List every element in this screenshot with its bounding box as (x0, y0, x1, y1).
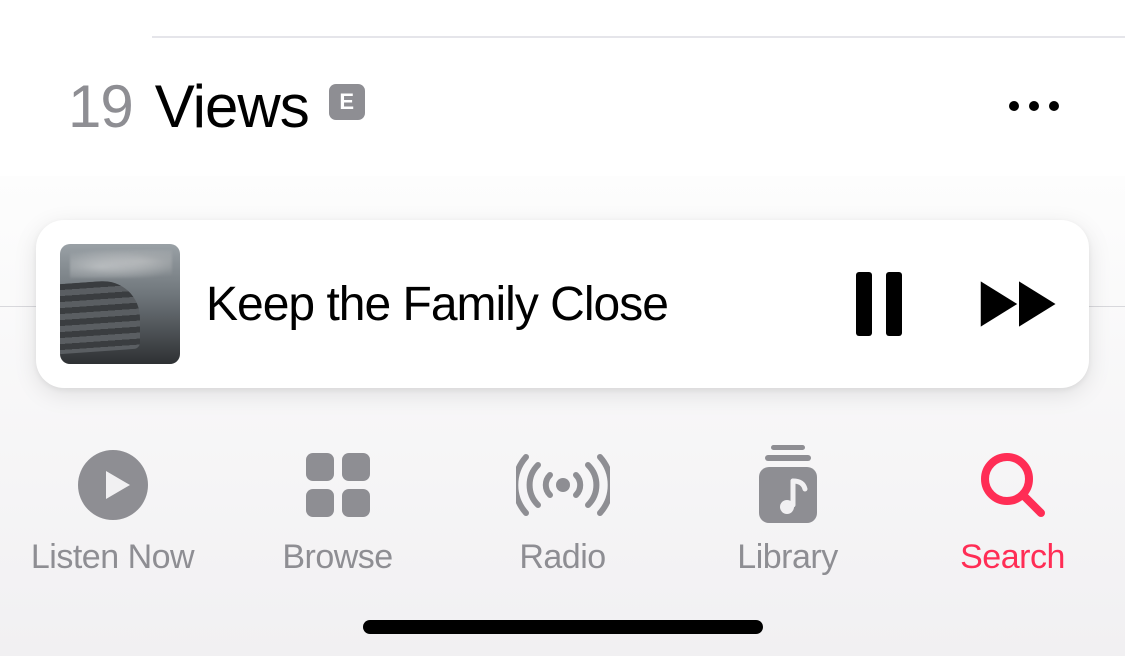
search-icon (977, 446, 1049, 524)
skip-forward-button[interactable] (979, 264, 1059, 344)
more-options-button[interactable] (1009, 101, 1059, 111)
tab-browse[interactable]: Browse (238, 446, 438, 577)
tab-label: Search (960, 538, 1065, 577)
tab-library[interactable]: Library (688, 446, 888, 577)
tab-bar: Listen Now Browse (0, 400, 1125, 656)
library-icon (753, 446, 823, 524)
explicit-badge: E (329, 84, 365, 120)
ellipsis-dot (1029, 101, 1039, 111)
now-playing-title: Keep the Family Close (206, 277, 839, 332)
tab-label: Radio (519, 538, 605, 577)
tab-search[interactable]: Search (913, 446, 1113, 577)
tab-label: Listen Now (31, 538, 194, 577)
now-playing-bar[interactable]: Keep the Family Close (36, 220, 1089, 388)
tab-label: Library (737, 538, 837, 577)
tab-listen-now[interactable]: Listen Now (13, 446, 213, 577)
track-title: Views (155, 72, 309, 141)
home-indicator[interactable] (363, 620, 763, 634)
tab-label: Browse (282, 538, 392, 577)
pause-button[interactable] (839, 264, 919, 344)
row-divider (152, 36, 1125, 38)
radio-waves-icon (516, 446, 610, 524)
skip-forward-icon (979, 276, 1059, 332)
ellipsis-dot (1009, 101, 1019, 111)
track-row[interactable]: 19 Views E (68, 56, 1125, 156)
ellipsis-dot (1049, 101, 1059, 111)
tab-radio[interactable]: Radio (463, 446, 663, 577)
play-circle-icon (78, 446, 148, 524)
grid-icon (306, 446, 370, 524)
now-playing-controls (839, 264, 1059, 344)
pause-icon (852, 272, 906, 336)
album-art (60, 244, 180, 364)
track-number: 19 (68, 72, 133, 141)
